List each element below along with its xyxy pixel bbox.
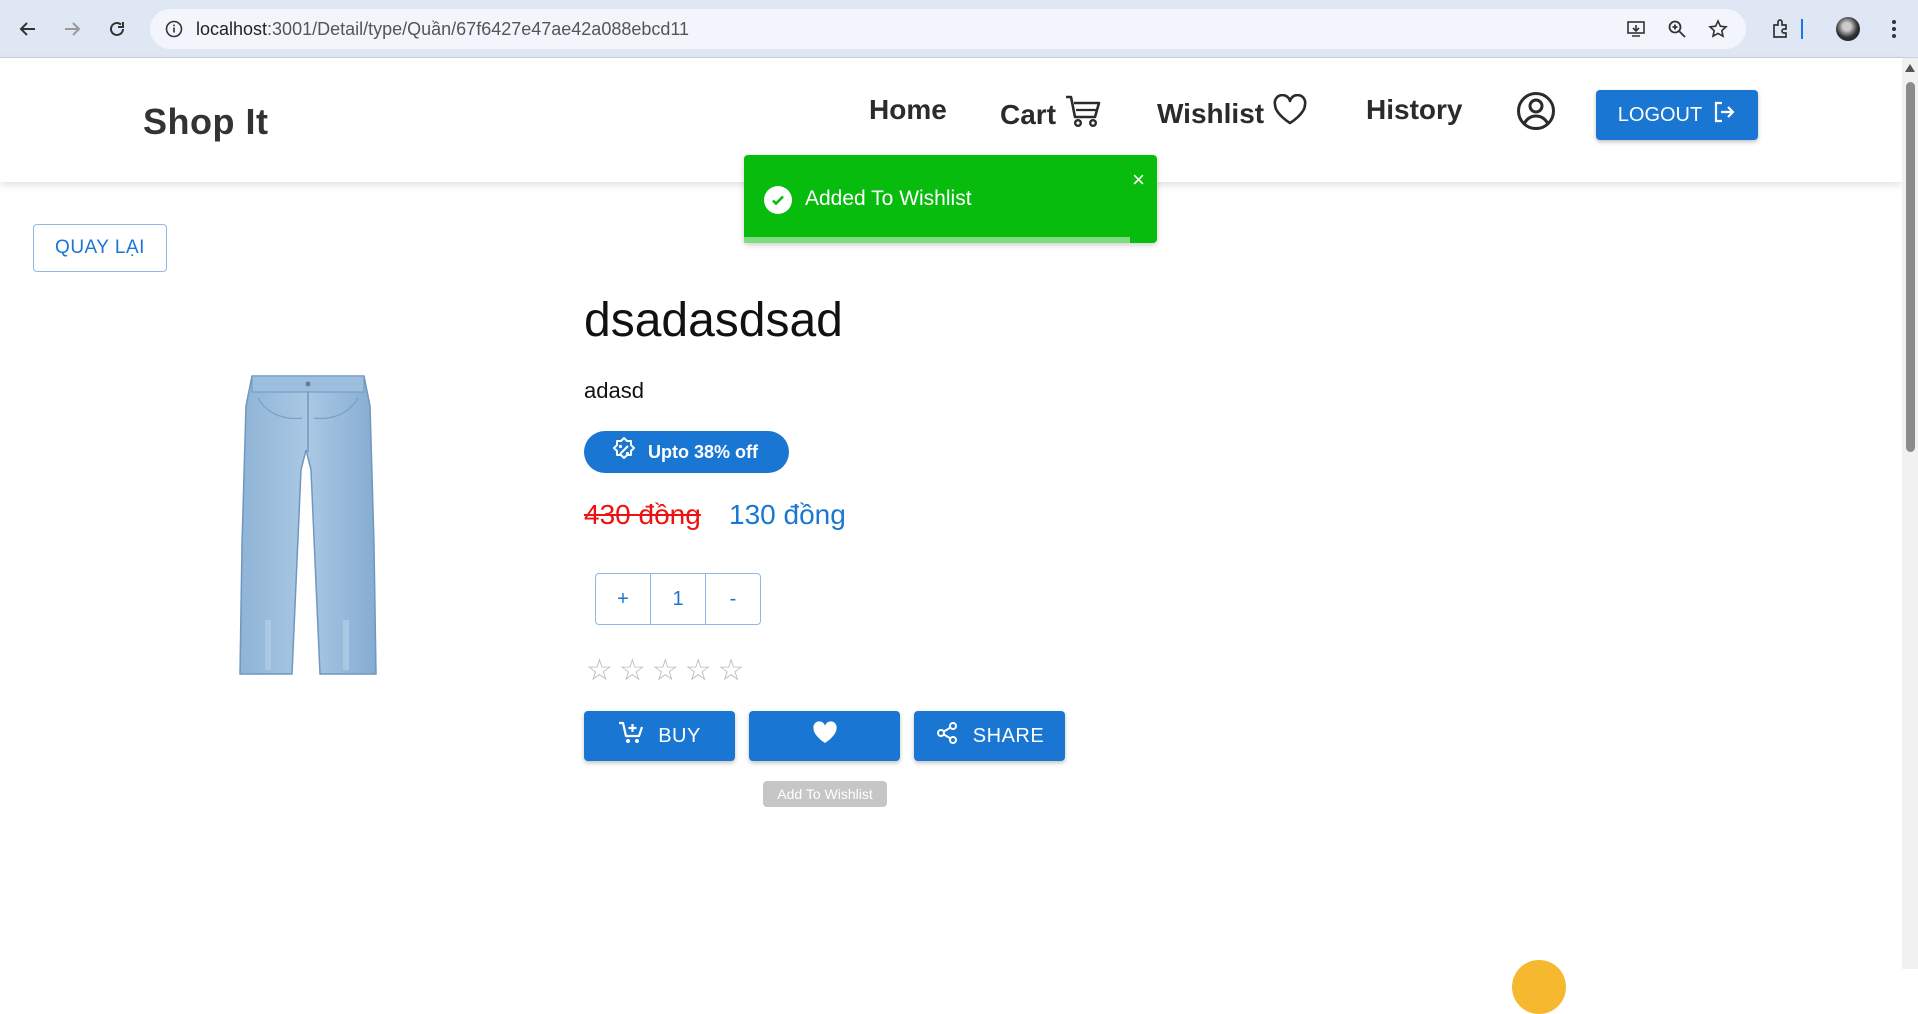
- profile-avatar[interactable]: [1834, 15, 1862, 43]
- nav-wishlist[interactable]: Wishlist: [1157, 93, 1308, 133]
- check-circle-icon: [764, 186, 792, 214]
- quantity-value[interactable]: 1: [650, 574, 705, 624]
- discount-icon: [610, 436, 638, 469]
- scroll-thumb[interactable]: [1906, 82, 1915, 452]
- wishlist-tooltip: Add To Wishlist: [763, 781, 887, 807]
- nav-cart[interactable]: Cart: [1000, 94, 1102, 135]
- star-icon[interactable]: ☆: [652, 654, 679, 688]
- discount-label: Upto 38% off: [648, 441, 758, 462]
- rating-stars: ☆ ☆ ☆ ☆ ☆: [586, 654, 745, 688]
- heart-outline-icon: [1272, 93, 1308, 133]
- add-to-wishlist-button[interactable]: [749, 711, 900, 761]
- nav-cart-label: Cart: [1000, 98, 1057, 130]
- account-icon[interactable]: [1516, 91, 1556, 131]
- heart-filled-icon: [812, 721, 838, 751]
- quantity-stepper: + 1 -: [595, 573, 761, 625]
- nav-home[interactable]: Home: [869, 94, 947, 126]
- buy-label: BUY: [658, 724, 701, 747]
- toast-message: Added To Wishlist: [805, 187, 972, 210]
- site-info-icon[interactable]: [162, 17, 186, 41]
- back-arrow-icon[interactable]: [13, 14, 43, 44]
- zoom-icon[interactable]: [1665, 17, 1689, 41]
- share-label: SHARE: [972, 724, 1045, 747]
- cart-icon: [1064, 94, 1102, 135]
- toast-progress-bar: [744, 237, 1130, 243]
- wishlist-toast: Added To Wishlist ×: [744, 155, 1157, 243]
- sale-price: 130 đồng: [729, 499, 846, 530]
- floating-action-button[interactable]: [1512, 960, 1566, 1014]
- add-cart-icon: [618, 721, 644, 751]
- share-icon: [935, 721, 959, 751]
- scroll-up-arrow-icon[interactable]: [1905, 64, 1915, 72]
- toast-close-icon[interactable]: ×: [1132, 169, 1145, 191]
- buy-button[interactable]: BUY: [584, 711, 735, 761]
- product-description: adasd: [584, 378, 644, 403]
- discount-badge: Upto 38% off: [584, 431, 789, 473]
- nav-home-label: Home: [869, 94, 947, 125]
- bookmark-star-icon[interactable]: [1706, 17, 1730, 41]
- quantity-minus-button[interactable]: -: [705, 574, 760, 624]
- site-logo[interactable]: Shop It: [143, 101, 268, 143]
- address-bar[interactable]: localhost:3001/Detail/type/Quần/67f6427e…: [150, 9, 1746, 49]
- back-button[interactable]: QUAY LẠI: [33, 224, 167, 272]
- logout-button[interactable]: LOGOUT: [1596, 90, 1758, 140]
- star-icon[interactable]: ☆: [586, 654, 613, 688]
- browser-toolbar: localhost:3001/Detail/type/Quần/67f6427e…: [0, 0, 1918, 58]
- nav-wishlist-label: Wishlist: [1157, 97, 1265, 129]
- url-text: localhost:3001/Detail/type/Quần/67f6427e…: [196, 19, 690, 39]
- star-icon[interactable]: ☆: [718, 654, 745, 688]
- install-app-icon[interactable]: [1624, 17, 1648, 41]
- nav-history-label: History: [1366, 94, 1463, 125]
- page-scrollbar[interactable]: [1902, 58, 1918, 969]
- logout-label: LOGOUT: [1617, 103, 1703, 126]
- star-icon[interactable]: ☆: [685, 654, 712, 688]
- logout-icon: [1712, 100, 1736, 130]
- original-price: 430 đồng: [584, 499, 701, 530]
- extensions-icon[interactable]: [1767, 15, 1795, 43]
- nav-history[interactable]: History: [1366, 94, 1462, 126]
- browser-menu-icon[interactable]: [1880, 15, 1908, 43]
- quantity-plus-button[interactable]: +: [596, 574, 650, 624]
- forward-arrow-icon[interactable]: [57, 14, 87, 44]
- toolbar-divider: [1800, 15, 1804, 43]
- product-image: [228, 370, 388, 682]
- share-button[interactable]: SHARE: [914, 711, 1065, 761]
- product-title: dsadasdsad: [584, 294, 843, 347]
- star-icon[interactable]: ☆: [619, 654, 646, 688]
- reload-icon[interactable]: [102, 14, 132, 44]
